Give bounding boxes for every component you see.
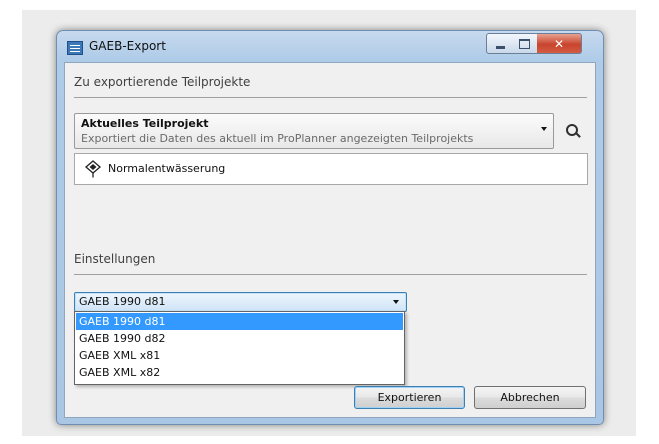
cancel-button[interactable]: Abbrechen: [474, 386, 586, 409]
maximize-button[interactable]: [512, 33, 538, 54]
close-icon: ✕: [553, 36, 565, 51]
format-option[interactable]: GAEB XML x81: [76, 347, 403, 364]
section-title-settings: Einstellungen: [74, 252, 156, 266]
section-title-projects: Zu exportierende Teilprojekte: [74, 75, 251, 89]
dialog-content: Zu exportierende Teilprojekte Aktuelles …: [64, 62, 596, 418]
subproject-combobox[interactable]: Aktuelles Teilprojekt Exportiert die Dat…: [74, 113, 554, 149]
format-select-value: GAEB 1990 d81: [79, 295, 166, 308]
chevron-down-icon: [541, 127, 547, 131]
project-list: Normalentwässerung: [74, 153, 588, 185]
format-dropdown-list: GAEB 1990 d81 GAEB 1990 d82 GAEB XML x81…: [74, 311, 405, 385]
project-item-label: Normalentwässerung: [108, 162, 226, 175]
minimize-icon: [495, 45, 505, 49]
subproject-combobox-description: Exportiert die Daten des aktuell im ProP…: [81, 132, 474, 145]
title-bar[interactable]: GAEB-Export ✕: [57, 31, 603, 63]
search-icon[interactable]: [565, 123, 581, 139]
close-button[interactable]: ✕: [537, 33, 582, 54]
export-button[interactable]: Exportieren: [354, 386, 465, 409]
chevron-down-icon: [393, 300, 399, 304]
format-option[interactable]: GAEB XML x82: [76, 364, 403, 381]
subproject-combobox-value: Aktuelles Teilprojekt: [81, 117, 209, 130]
maximize-icon: [519, 38, 530, 49]
section-divider: [74, 274, 587, 275]
gaeb-export-dialog: GAEB-Export ✕ Zu exportierende Teilproje…: [56, 30, 604, 425]
format-option[interactable]: GAEB 1990 d81: [76, 313, 403, 330]
minimize-button[interactable]: [486, 33, 514, 54]
gaeb-app-icon: [67, 41, 83, 55]
section-divider: [74, 97, 587, 98]
pin-icon: [85, 160, 101, 178]
format-option[interactable]: GAEB 1990 d82: [76, 330, 403, 347]
window-title: GAEB-Export: [89, 39, 166, 53]
format-select[interactable]: GAEB 1990 d81: [74, 292, 407, 312]
